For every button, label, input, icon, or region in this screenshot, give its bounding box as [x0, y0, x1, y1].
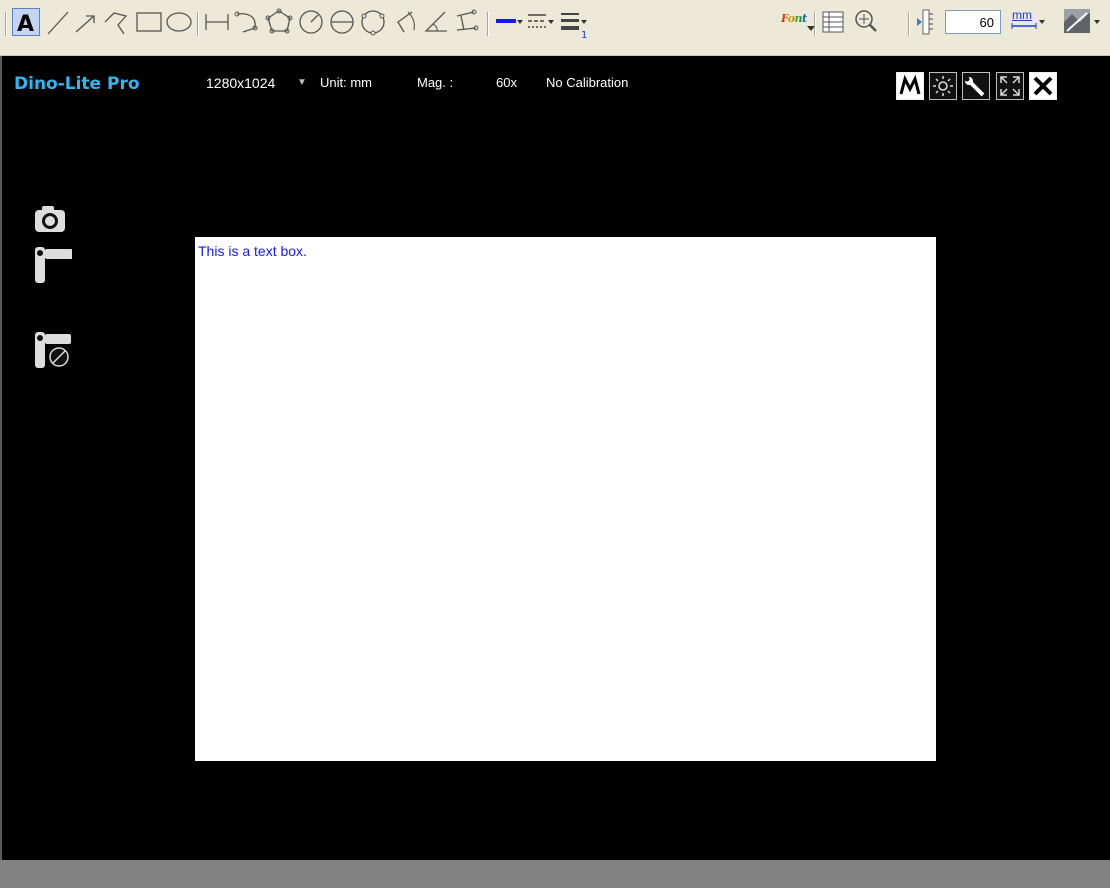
polygon-measure-button[interactable] — [264, 0, 294, 42]
zoom-value-input[interactable]: 60 — [945, 10, 1001, 34]
brightness-button[interactable] — [929, 72, 957, 100]
text-box-content[interactable]: This is a text box. — [198, 243, 307, 259]
settings-button[interactable] — [962, 72, 990, 100]
angle-measure-icon — [424, 11, 447, 32]
circle-3point-icon — [361, 10, 385, 36]
arc-measure-button[interactable] — [233, 0, 263, 42]
video-camera-icon — [35, 247, 73, 283]
toolbar-grip — [5, 12, 7, 36]
annotation-text-box[interactable]: This is a text box. — [195, 237, 936, 761]
font-dropdown[interactable]: Font — [781, 12, 815, 31]
svg-text:A: A — [17, 12, 34, 35]
circle-diameter-button[interactable] — [327, 0, 357, 42]
calibration-icon — [1064, 9, 1100, 33]
capture-photo-button[interactable] — [32, 204, 72, 239]
line-icon — [47, 11, 69, 35]
svg-text:1: 1 — [581, 30, 587, 41]
polygon-measure-icon — [265, 8, 293, 34]
bottom-status-bar — [0, 860, 1110, 888]
record-video-button[interactable] — [32, 245, 73, 290]
ellipse-tool-button[interactable] — [164, 0, 194, 42]
calibration-status: No Calibration — [546, 75, 629, 90]
close-viewer-button[interactable] — [1029, 72, 1057, 100]
measure-mode-button[interactable] — [896, 72, 924, 100]
toolbar-separator — [487, 12, 489, 36]
expand-icon — [1000, 76, 1020, 96]
unit-dropdown[interactable]: mm — [1011, 8, 1047, 38]
angle-3point-button[interactable] — [390, 0, 420, 42]
calibration-dropdown[interactable] — [1062, 0, 1106, 42]
chevron-down-icon[interactable]: ▼ — [297, 77, 307, 88]
distance-tool-button[interactable] — [202, 0, 232, 42]
camera-icon — [35, 206, 65, 232]
angle-4point-button[interactable] — [452, 0, 482, 42]
timelapse-camera-icon — [35, 332, 71, 368]
scale-bar-button[interactable] — [915, 0, 941, 42]
font-label: Font — [781, 12, 807, 25]
drawing-toolbar: A 1 Font 60 mm — [0, 0, 1110, 56]
resolution-selector[interactable]: 1280x1024 — [206, 75, 275, 91]
app-title: Dino-Lite Pro — [14, 74, 140, 94]
microscope-viewer: Dino-Lite Pro 1280x1024 ▼ Unit: mm Mag. … — [0, 56, 1110, 860]
text-a-icon: A — [17, 12, 34, 37]
polyline-tool-button[interactable] — [102, 0, 132, 42]
line-width-dropdown[interactable]: 1 — [559, 0, 589, 42]
text-tool-button[interactable]: A — [12, 8, 40, 37]
line-color-dropdown[interactable] — [494, 0, 524, 42]
circle-radius-icon — [299, 10, 323, 34]
arrow-tool-button[interactable] — [72, 0, 100, 42]
angle-4point-icon — [456, 9, 479, 31]
rectangle-tool-button[interactable] — [134, 0, 164, 42]
toolbar-separator — [197, 12, 199, 36]
m-logo-icon — [899, 74, 921, 95]
line-color-icon — [496, 19, 523, 24]
circle-3point-button[interactable] — [358, 0, 388, 42]
unit-info: Unit: mm — [320, 75, 372, 90]
distance-measure-icon — [205, 14, 229, 30]
table-icon — [822, 11, 844, 33]
arc-measure-icon — [234, 11, 258, 33]
line-width-icon: 1 — [561, 13, 587, 41]
line-style-icon — [528, 14, 554, 28]
line-tool-button[interactable] — [44, 0, 72, 42]
ellipse-icon — [166, 12, 192, 32]
polyline-icon — [104, 12, 128, 35]
wrench-icon — [964, 76, 985, 97]
rectangle-icon — [136, 12, 162, 32]
zoom-tool-button[interactable] — [851, 0, 881, 42]
angle-3point-icon — [397, 11, 415, 33]
magnifier-icon — [855, 10, 877, 32]
toolbar-separator — [814, 12, 816, 36]
timer-capture-button[interactable] — [32, 330, 72, 375]
toolbar-separator — [908, 12, 910, 36]
circle-diameter-icon — [330, 10, 354, 34]
scale-ruler-icon — [917, 9, 933, 35]
table-view-button[interactable] — [819, 0, 849, 42]
fullscreen-button[interactable] — [996, 72, 1024, 100]
unit-ruler-icon — [1011, 20, 1045, 29]
line-style-dropdown[interactable] — [526, 0, 556, 42]
angle-measure-button[interactable] — [421, 0, 451, 42]
close-icon — [1033, 76, 1053, 96]
magnification-label: Mag. : — [417, 75, 454, 90]
arrow-icon — [75, 15, 95, 33]
magnification-value: 60x — [496, 75, 517, 90]
led-brightness-icon — [933, 76, 953, 96]
circle-radius-button[interactable] — [296, 0, 326, 42]
